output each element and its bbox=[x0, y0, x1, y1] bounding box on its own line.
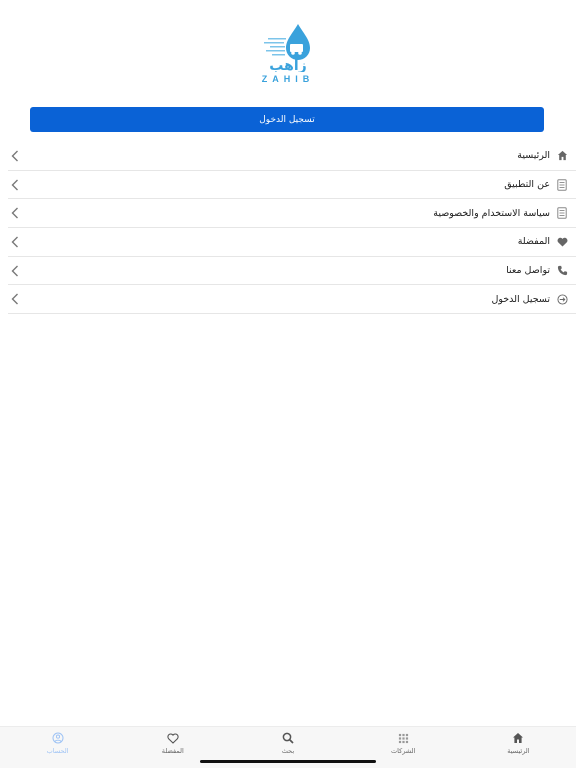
grid-icon bbox=[396, 731, 410, 745]
tab-label: الشركات bbox=[391, 747, 416, 755]
chevron-left-icon bbox=[8, 235, 22, 249]
chevron-left-icon bbox=[8, 178, 22, 192]
menu-item-label: تسجيل الدخول bbox=[491, 293, 550, 305]
tab-label: الحساب bbox=[46, 747, 69, 755]
document-icon bbox=[556, 178, 568, 191]
menu-item-label: تواصل معنا bbox=[506, 265, 550, 277]
menu-item-about[interactable]: عن التطبيق bbox=[8, 171, 576, 200]
chevron-left-icon bbox=[8, 292, 22, 306]
phone-icon bbox=[556, 265, 568, 277]
menu-item-label: عن التطبيق bbox=[504, 179, 550, 191]
chevron-left-icon bbox=[8, 264, 22, 278]
app-logo: زاهب ZAHIB bbox=[0, 20, 576, 84]
menu-item-home[interactable]: الرئيسية bbox=[8, 142, 576, 171]
menu-item-favorites[interactable]: المفضلة bbox=[8, 228, 576, 257]
home-icon bbox=[511, 731, 525, 745]
tab-label: المفضلة bbox=[161, 747, 184, 755]
tab-label: الرئيسية bbox=[507, 747, 530, 755]
menu-item-login[interactable]: تسجيل الدخول bbox=[8, 285, 576, 315]
account-icon bbox=[51, 731, 65, 745]
menu-item-label: الرئيسية bbox=[517, 150, 550, 162]
tab-label: بحث bbox=[281, 747, 295, 755]
login-button[interactable]: تسجيل الدخول bbox=[30, 107, 544, 132]
home-indicator bbox=[200, 760, 376, 763]
heart-outline-icon bbox=[166, 731, 180, 745]
search-icon bbox=[281, 731, 295, 745]
tab-home[interactable]: الرئيسية bbox=[461, 727, 576, 768]
home-icon bbox=[556, 150, 568, 162]
sign-in-icon bbox=[556, 293, 568, 305]
heart-filled-icon bbox=[556, 236, 568, 248]
logo-latin-text: ZAHIB bbox=[261, 74, 315, 84]
menu-item-contact-us[interactable]: تواصل معنا bbox=[8, 257, 576, 286]
tab-account[interactable]: الحساب bbox=[0, 727, 115, 768]
menu-item-privacy-policy[interactable]: سياسة الاستخدام والخصوصية bbox=[8, 199, 576, 229]
chevron-left-icon bbox=[8, 206, 22, 220]
menu-item-label: المفضلة bbox=[517, 236, 550, 248]
account-menu: الرئيسية عن التطبيق سياسة الاستخدام والخ… bbox=[8, 142, 576, 315]
document-icon bbox=[556, 207, 568, 219]
menu-item-label: سياسة الاستخدام والخصوصية bbox=[433, 207, 550, 219]
logo-arabic-text: زاهب bbox=[269, 58, 306, 72]
water-drop-truck-logo-icon: زاهب bbox=[264, 24, 310, 72]
chevron-left-icon bbox=[8, 149, 22, 163]
